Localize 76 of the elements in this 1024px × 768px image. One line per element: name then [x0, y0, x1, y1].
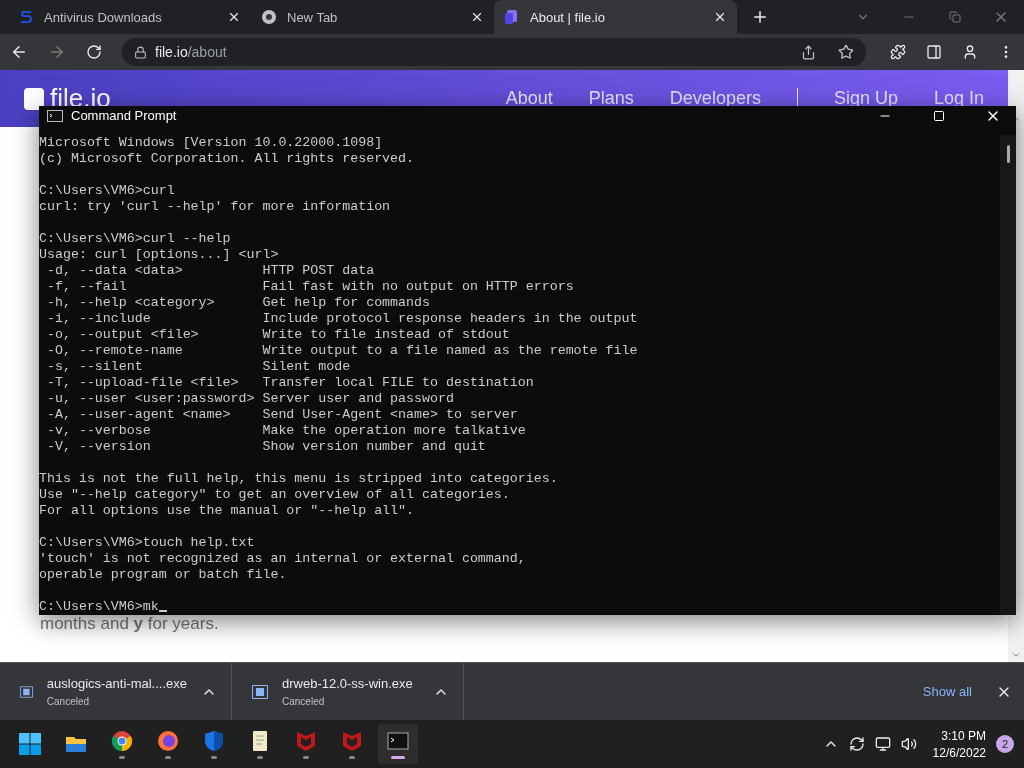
download-status: Canceled [282, 696, 326, 707]
clock-date[interactable]: 12/6/2022 [932, 745, 986, 760]
console-prompt[interactable]: C:\Users\VM6>mk [39, 599, 159, 614]
forward-icon[interactable] [48, 43, 66, 61]
body-text: months and y for years. [40, 614, 219, 634]
file-logo-icon [504, 9, 520, 25]
shield-m-icon [294, 729, 318, 753]
browser-tab[interactable]: New Tab [251, 0, 494, 34]
console-line: -u, --user <user:password> Server user and password [45, 391, 455, 407]
console-line: (c) Microsoft Corporation. All rights reserved. [39, 151, 416, 167]
console-line: -h, --help <category> Get help for commands [45, 295, 431, 311]
close-icon[interactable] [713, 10, 727, 24]
clock-time[interactable]: 3:10 PM [941, 728, 986, 743]
shield-icon [202, 729, 226, 753]
console-line: C:\Users\VM6>curl --help [39, 231, 232, 247]
globe-icon [261, 9, 277, 25]
side-panel-icon[interactable] [926, 44, 942, 60]
file-icon [20, 684, 33, 699]
console-line: For all options use the manual or "--help all". [39, 503, 416, 519]
reload-icon[interactable] [86, 44, 102, 60]
console-line: -d, --data <data> HTTP POST data [45, 263, 376, 279]
console-line: C:\Users\VM6>touch help.txt [39, 535, 256, 551]
address-field[interactable]: file.io/about [122, 38, 866, 66]
console-line: Usage: curl [options...] <url> [39, 247, 280, 263]
puzzle-icon[interactable] [890, 44, 906, 60]
monitor-icon[interactable] [874, 736, 891, 752]
console-line: This is not the full help, this menu is stripped into categories. [39, 471, 559, 487]
taskbar-app[interactable] [378, 724, 418, 764]
console-line: -T, --upload-file <file> Transfer local FILE to destination [45, 375, 535, 391]
download-name: auslogics-anti-mal....exe [46, 676, 187, 691]
terminal-icon [386, 729, 410, 753]
s-logo-icon [18, 9, 34, 25]
windows-logo-icon [18, 732, 42, 756]
share-icon[interactable] [801, 44, 816, 60]
lock-icon[interactable] [134, 45, 147, 59]
console-line: Use "--help category" to get an overview of all categories. [39, 487, 511, 503]
close-icon[interactable] [470, 10, 484, 24]
scroll-down-icon[interactable] [1011, 650, 1021, 660]
firefox-icon [156, 729, 180, 753]
console-line: -V, --version Show version number and quit [45, 439, 487, 455]
shield-m-icon [340, 729, 364, 753]
scrollbar[interactable] [1000, 135, 1016, 615]
console-line: Microsoft Windows [Version 10.0.22000.1098] [39, 135, 384, 151]
console-line: operable program or batch file. [39, 567, 288, 583]
chrome-icon [110, 729, 134, 753]
sync-icon[interactable] [848, 736, 865, 752]
nav-link[interactable]: Plans [588, 88, 634, 109]
download-status: Canceled [46, 696, 91, 707]
download-name: drweb-12.0-ss-win.exe [282, 676, 414, 691]
show-all-link[interactable]: Show all [922, 684, 972, 699]
console-line: 'touch' is not recognized as an internal or external command, [39, 551, 527, 567]
user-icon[interactable] [962, 44, 978, 60]
notification-badge[interactable]: 2 [996, 735, 1014, 753]
nav-link[interactable]: Sign Up [833, 88, 898, 109]
console-line: C:\Users\VM6>curl [39, 183, 176, 199]
console-line: -f, --fail Fail fast with no output on HTTP errors [45, 279, 575, 295]
logo-icon[interactable] [24, 87, 44, 110]
window-title: Command Prompt [71, 108, 178, 123]
console-line: -s, --silent Silent mode [45, 359, 352, 375]
browser-tab[interactable]: Antivirus Downloads [8, 0, 251, 34]
console-line: -A, --user-agent <name> Send User-Agent <name> to server [45, 407, 519, 423]
terminal-icon [47, 109, 63, 122]
console-line: curl: try 'curl --help' for more information [39, 199, 392, 215]
volume-icon[interactable] [900, 736, 917, 752]
file-icon [252, 684, 268, 699]
text-cursor [158, 610, 167, 612]
console-line: -v, --verbose Make the operation more talkative [45, 423, 527, 439]
star-icon[interactable] [838, 44, 854, 60]
console-line: -O, --remote-name Write output to a file named as the remote file [45, 343, 639, 359]
nav-link[interactable]: About [505, 88, 553, 109]
nav-link[interactable]: Developers [669, 88, 761, 109]
console-line: -o, --output <file> Write to file instead of stdout [45, 327, 511, 343]
close-icon[interactable] [227, 10, 241, 24]
browser-tab[interactable]: About | file.io [494, 0, 737, 34]
console-line: -i, --include Include protocol response headers in the output [45, 311, 639, 327]
back-icon[interactable] [10, 43, 28, 61]
